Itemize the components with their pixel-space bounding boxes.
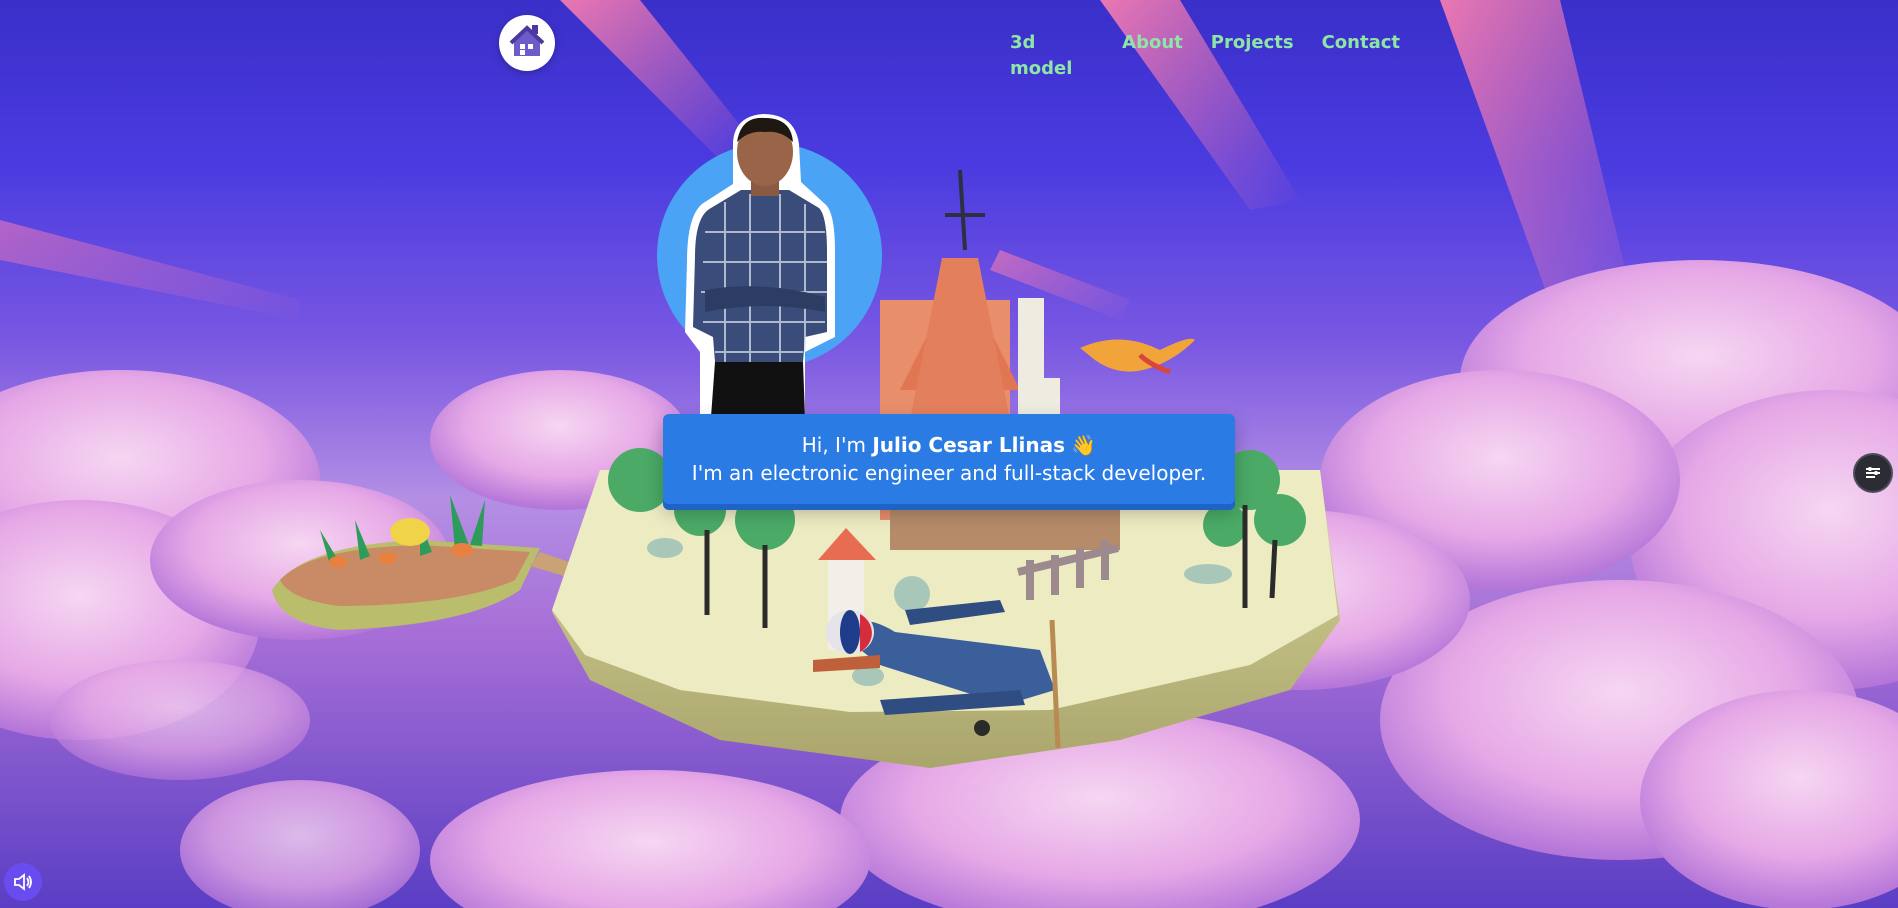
settings-list-icon — [1866, 467, 1880, 478]
profile-photo — [685, 114, 835, 417]
greeting-prefix: Hi, I'm — [801, 433, 866, 457]
home-logo-button[interactable] — [499, 15, 555, 71]
settings-list-button[interactable] — [1855, 455, 1891, 491]
house-icon — [509, 25, 545, 56]
nav-link-contact[interactable]: Contact — [1322, 30, 1400, 58]
sky-streak — [990, 250, 1130, 320]
nav-link-about[interactable]: About — [1122, 30, 1183, 58]
intro-speech-box: Hi, I'm Julio Cesar Llinas 👋 I'm an elec… — [663, 414, 1235, 504]
nav-link-3d-model[interactable]: 3d model — [1010, 30, 1094, 79]
intro-greeting-line: Hi, I'm Julio Cesar Llinas 👋 — [663, 431, 1235, 459]
speaker-icon — [14, 873, 32, 891]
wave-hand-icon: 👋 — [1071, 433, 1097, 457]
phoenix-bird — [1080, 338, 1195, 375]
nav-links: 3d model About Projects Contact — [1010, 30, 1400, 79]
top-navigation: 3d model About Projects Contact — [0, 0, 1898, 86]
intro-tagline: I'm an electronic engineer and full-stac… — [691, 461, 1207, 485]
sky-streak — [0, 220, 300, 320]
nav-link-projects[interactable]: Projects — [1211, 30, 1294, 58]
sound-toggle-button[interactable] — [4, 863, 42, 901]
author-name: Julio Cesar Llinas — [872, 433, 1065, 457]
